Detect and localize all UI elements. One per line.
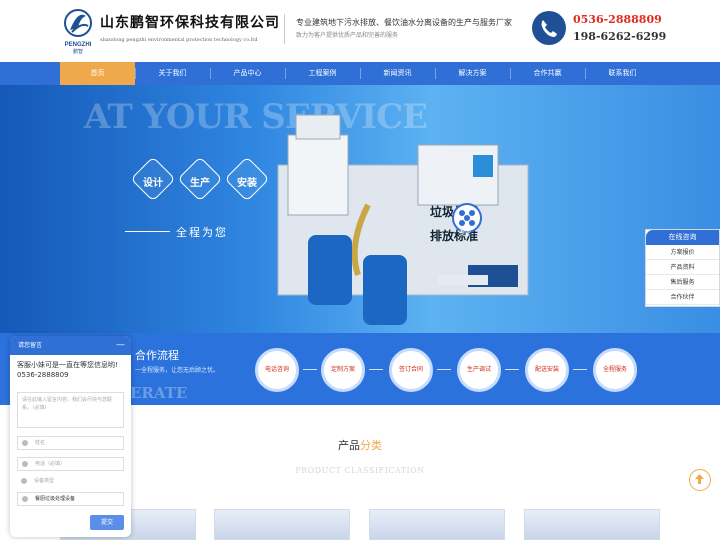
header-tagline: 专业建筑地下污水排放、餐饮油水分离设备的生产与服务厂家	[296, 18, 512, 27]
service-text: 全程为您	[176, 226, 228, 239]
consult-item-partners[interactable]: 合作伙伴	[646, 290, 719, 305]
process-step-label-1: 电话咨询	[264, 366, 289, 373]
process-step-label-5: 配送安装	[534, 366, 559, 373]
grease-separator-machine-image	[277, 114, 529, 325]
message-popup-header: 请您留言 —	[10, 336, 131, 355]
product-thumbnail[interactable]	[369, 509, 505, 540]
nav-item-solutions[interactable]: 解决方案	[435, 62, 510, 85]
product-thumbnail[interactable]	[524, 509, 660, 540]
hex-label-install: 安装	[237, 178, 257, 189]
process-arrow	[369, 369, 383, 370]
logo-cn: 鹏智	[73, 48, 83, 54]
hex-label-design: 设计	[143, 178, 163, 189]
device-type-label: 设备类型	[17, 475, 124, 489]
nav-item-home[interactable]: 首页	[60, 62, 135, 85]
message-popup-title: 请您留言	[18, 342, 43, 349]
message-popup: 请您留言 — 客服小妹可是一直在等您信息哟! 0536-2888809 请在此输…	[10, 336, 131, 537]
company-name: 山东鹏智环保科技有限公司	[100, 15, 280, 31]
device-type-text: 设备类型	[34, 478, 55, 484]
process-subtitle: 一全程服务，让您无后顾之忧。	[135, 367, 220, 374]
main-nav: 首页 关于我们 产品中心 工程案例 新闻资讯 解决方案 合作共赢 联系我们	[0, 62, 720, 85]
device-icon	[21, 478, 27, 484]
phone-field-icon	[22, 461, 28, 467]
hero-banner[interactable]: AT YOUR SERVICE 设计 生产 安装 全程为您 垃圾处理 排放标准	[0, 85, 720, 333]
chat-greeting: 客服小妹可是一直在等您信息哟! 0536-2888809	[17, 360, 118, 380]
name-placeholder: 姓名	[35, 440, 46, 446]
chat-greeting-text: 客服小妹可是一直在等您信息哟!	[17, 361, 118, 369]
nav-item-news[interactable]: 新闻资讯	[360, 62, 435, 85]
company-name-en: shandong pengzhi environmental protectio…	[100, 37, 258, 43]
phone-number-2[interactable]: 198-6262-6299	[573, 30, 666, 43]
process-en-text: ERATE	[130, 384, 188, 402]
online-consult-title[interactable]: 在线咨询	[646, 230, 719, 245]
process-arrow	[437, 369, 451, 370]
products-title-a: 产品	[338, 439, 360, 452]
nav-item-contact[interactable]: 联系我们	[585, 62, 660, 85]
message-textarea[interactable]: 请在此输入留言内容，我们会尽快与您联系。（必填）	[17, 392, 124, 428]
consult-item-docs[interactable]: 产品资料	[646, 260, 719, 275]
hex-label-production: 生产	[190, 178, 210, 189]
submit-button[interactable]: 提交	[90, 515, 124, 530]
product-thumbnail[interactable]	[214, 509, 350, 540]
process-arrow	[505, 369, 519, 370]
process-title: 合作流程	[135, 349, 179, 362]
nav-item-cooperation[interactable]: 合作共赢	[510, 62, 585, 85]
device-type-value: 餐厨垃圾处理设备	[35, 496, 76, 502]
site-header: PENGZHI 鹏智 山东鹏智环保科技有限公司 shandong pengzhi…	[0, 0, 720, 62]
phone-number-1[interactable]: 0536-2888809	[573, 13, 662, 26]
device-type-select[interactable]: 餐厨垃圾处理设备	[17, 492, 124, 506]
phone-icon	[532, 11, 566, 45]
checkbox-icon	[22, 496, 28, 502]
products-title-b: 分类	[360, 439, 382, 452]
name-input[interactable]: 姓名	[17, 436, 124, 450]
phone-placeholder: 电话（必填）	[35, 461, 66, 467]
user-icon	[22, 440, 28, 446]
logo-text: PENGZHI	[65, 42, 92, 48]
phone-input[interactable]: 电话（必填）	[17, 457, 124, 471]
minimize-icon[interactable]: —	[116, 336, 125, 355]
process-step-label-4: 生产调试	[466, 366, 491, 373]
process-step-label-3: 签订合同	[398, 366, 423, 373]
nav-item-products[interactable]: 产品中心	[210, 62, 285, 85]
pengzhi-logo[interactable]: PENGZHI 鹏智	[60, 8, 96, 54]
back-to-top-icon[interactable]	[689, 469, 711, 491]
nav-item-about[interactable]: 关于我们	[135, 62, 210, 85]
badge-label: 专业	[459, 230, 472, 237]
nav-item-cases[interactable]: 工程案例	[285, 62, 360, 85]
consult-item-aftersales[interactable]: 售后服务	[646, 275, 719, 290]
process-arrow	[303, 369, 317, 370]
process-arrow	[573, 369, 587, 370]
process-step-label-6: 全程服务	[602, 366, 627, 373]
chat-phone: 0536-2888809	[17, 371, 69, 379]
header-divider	[284, 14, 285, 44]
service-line	[125, 231, 170, 232]
online-consult-panel: 在线咨询 方案报价 产品资料 售后服务 合作伙伴	[645, 229, 720, 307]
page: PENGZHI 鹏智 山东鹏智环保科技有限公司 shandong pengzhi…	[0, 0, 720, 540]
process-step-label-2: 定制方案	[330, 366, 355, 373]
consult-item-quote[interactable]: 方案报价	[646, 245, 719, 260]
header-subtagline: 致力为客户提供优质产品和完善的服务	[296, 32, 399, 39]
